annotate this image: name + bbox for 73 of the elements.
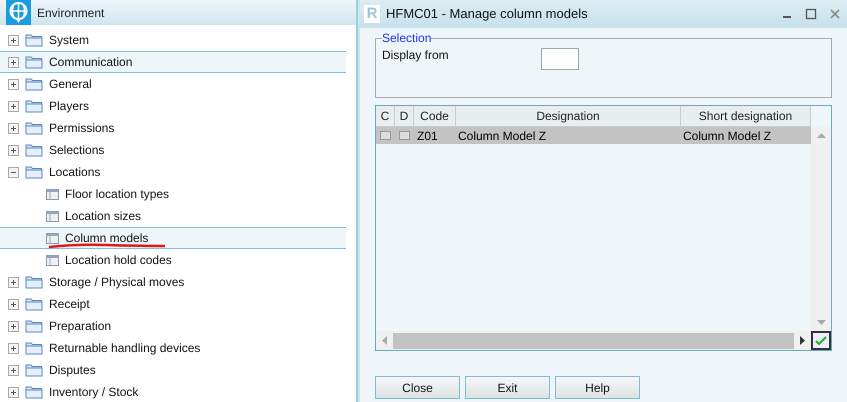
tree-item[interactable]: System (0, 29, 346, 51)
row-checkbox[interactable] (380, 131, 391, 140)
tree-item[interactable]: Column models (0, 227, 346, 249)
folder-icon (25, 77, 43, 91)
expand-icon[interactable] (8, 320, 19, 332)
table-cell-text: Column Model Z (457, 128, 548, 144)
folder-icon (25, 341, 43, 355)
scroll-thumb[interactable] (393, 332, 794, 348)
app-logo: R (364, 5, 380, 23)
folder-icon (25, 275, 43, 289)
collapse-icon[interactable] (8, 166, 19, 178)
folder-icon (25, 363, 43, 377)
expand-icon[interactable] (8, 78, 19, 90)
table-icon (46, 210, 59, 222)
tree-item[interactable]: Communication (0, 51, 346, 73)
tree-item[interactable]: Receipt (0, 293, 346, 315)
tree-item[interactable]: Preparation (0, 315, 346, 337)
tree-item[interactable]: Location hold codes (0, 249, 346, 271)
column-header[interactable]: Code (414, 106, 456, 126)
table-cell-text: Z01 (416, 128, 439, 144)
folder-icon (25, 165, 43, 179)
tree-item[interactable]: Disputes (0, 359, 346, 381)
tree-item[interactable]: Storage / Physical moves (0, 271, 346, 293)
folder-icon (25, 143, 43, 157)
expand-icon[interactable] (8, 276, 19, 288)
dialog-button[interactable]: Exit (465, 376, 550, 399)
table-icon (46, 188, 59, 200)
tree-item[interactable]: Players (0, 95, 346, 117)
tree-item[interactable]: Returnable handling devices (0, 337, 346, 359)
maximize-icon[interactable] (805, 8, 817, 20)
group-legend: Selection (382, 32, 432, 44)
field-label: Display from (382, 47, 450, 64)
panel-title: Environment (37, 4, 104, 22)
folder-icon (25, 385, 43, 399)
tree-item[interactable]: Inventory / Stock (0, 381, 346, 402)
expand-icon[interactable] (8, 144, 19, 156)
folder-icon (25, 55, 43, 69)
expand-icon[interactable] (8, 122, 19, 134)
scroll-right-icon[interactable] (800, 336, 805, 345)
expand-icon[interactable] (8, 100, 19, 112)
tree-item[interactable]: Location sizes (0, 205, 346, 227)
expand-icon[interactable] (8, 386, 19, 398)
table-cell-text: Column Model Z (682, 128, 772, 144)
horizontal-scrollbar[interactable] (376, 331, 811, 350)
dialog-button[interactable]: Close (375, 376, 460, 399)
column-header[interactable]: Short designation (681, 106, 811, 126)
expand-icon[interactable] (8, 342, 19, 354)
display-from-field[interactable] (541, 48, 579, 70)
folder-icon (25, 121, 43, 135)
folder-icon (25, 33, 43, 47)
tree-item[interactable]: Permissions (0, 117, 346, 139)
dialog-button[interactable]: Help (555, 376, 640, 399)
row-checkbox[interactable] (399, 131, 410, 140)
window-title: HFMC01 - Manage column models (386, 5, 588, 24)
tree-item[interactable]: General (0, 73, 346, 95)
column-header[interactable]: C (376, 106, 395, 126)
column-header[interactable]: D (395, 106, 414, 126)
tree-item[interactable]: Floor location types (0, 183, 346, 205)
table-row[interactable]: Z01 Column Model Z Column Model Z (376, 127, 811, 144)
column-header[interactable]: Designation (456, 106, 681, 126)
tree-item[interactable]: Selections (0, 139, 346, 161)
folder-icon (25, 297, 43, 311)
expand-icon[interactable] (8, 364, 19, 376)
tree-item[interactable]: Locations (0, 161, 346, 183)
table-icon (46, 232, 59, 244)
expand-icon[interactable] (8, 34, 19, 46)
close-icon[interactable] (829, 8, 841, 20)
folder-icon (25, 99, 43, 113)
expand-icon[interactable] (8, 298, 19, 310)
check-icon[interactable] (811, 331, 831, 350)
expand-icon[interactable] (8, 56, 19, 68)
table-icon (46, 254, 59, 266)
folder-icon (25, 319, 43, 333)
